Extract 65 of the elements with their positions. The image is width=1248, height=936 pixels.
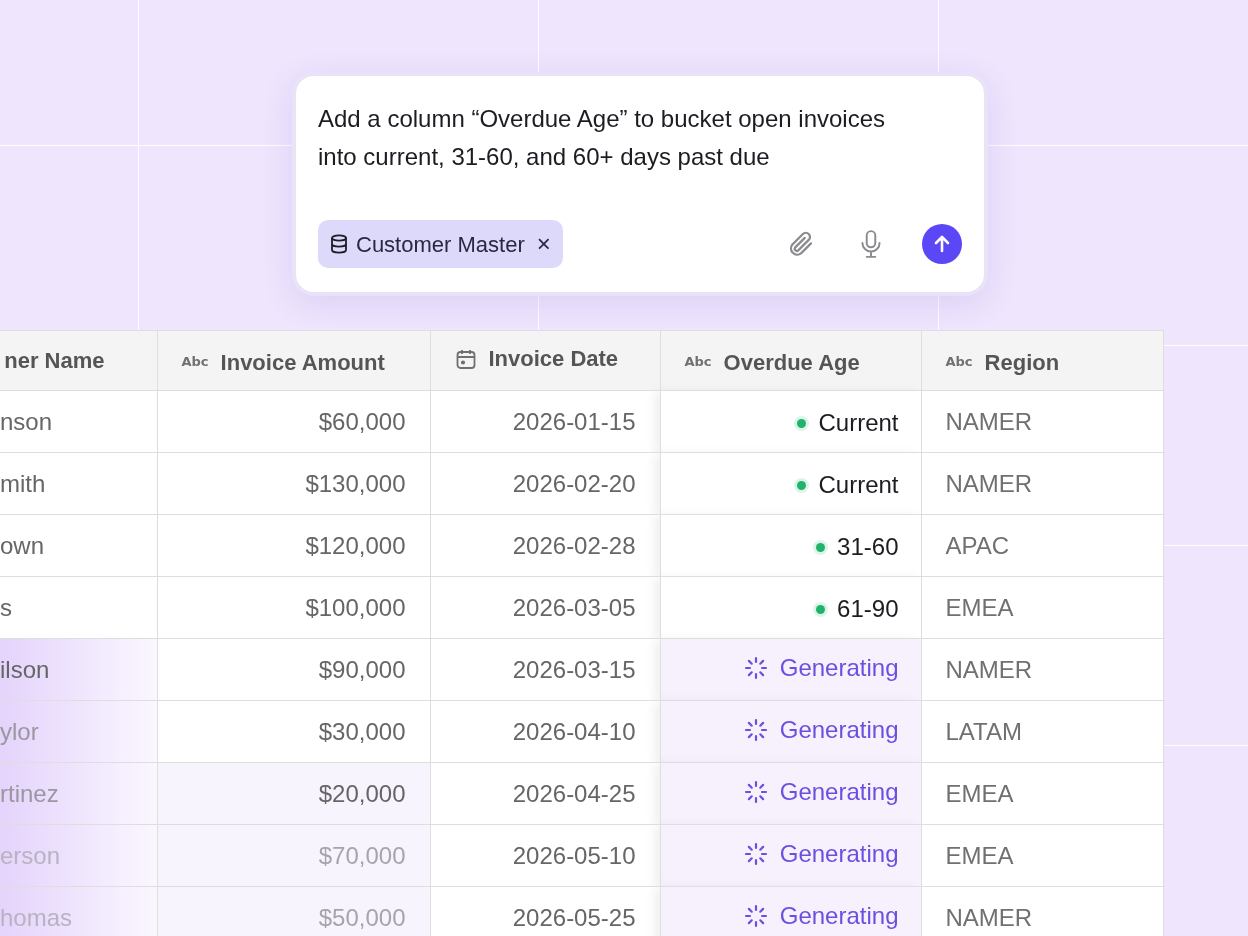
status-label: 31-60 bbox=[837, 532, 899, 563]
calendar-icon bbox=[454, 347, 477, 370]
spinner-icon bbox=[743, 717, 768, 742]
spinner-icon bbox=[743, 655, 768, 680]
spinner-icon bbox=[743, 903, 768, 928]
text-type-label: Abc bbox=[181, 353, 209, 372]
table-cell: mith bbox=[0, 452, 157, 515]
database-icon bbox=[330, 234, 348, 254]
table-cell: $90,000 bbox=[157, 638, 430, 701]
table-cell: rtinez bbox=[0, 762, 157, 825]
status-label: Generating bbox=[779, 776, 899, 807]
table-cell: $100,000 bbox=[157, 576, 430, 639]
text-type-label: Abc bbox=[945, 353, 973, 372]
spinner-icon bbox=[743, 779, 768, 804]
table-cell: $130,000 bbox=[157, 452, 430, 515]
prompt-text[interactable]: Add a column “Overdue Age” to bucket open invoices into current, 31-60, and 60+ days past due bbox=[318, 100, 903, 176]
table-cell: ilson bbox=[0, 638, 157, 701]
table-cell: NAMER bbox=[921, 390, 1163, 453]
table-cell: APAC bbox=[921, 514, 1163, 577]
status-label: Generating bbox=[779, 714, 899, 745]
chip-label: Customer Master bbox=[356, 230, 525, 259]
table-cell: NAMER bbox=[921, 886, 1163, 936]
column-header[interactable]: Invoice Date bbox=[430, 330, 660, 391]
table-cell: 2026-05-25 bbox=[430, 886, 660, 936]
column-header[interactable]: ner Name bbox=[0, 330, 157, 391]
table-cell: $20,000 bbox=[157, 762, 430, 825]
table-cell: NAMER bbox=[921, 452, 1163, 515]
status-label: Generating bbox=[779, 838, 899, 869]
table-cell: 2026-03-15 bbox=[430, 638, 660, 701]
table-cell: homas bbox=[0, 886, 157, 936]
table-cell: $30,000 bbox=[157, 700, 430, 763]
status-label: Current bbox=[818, 470, 899, 501]
send-button[interactable] bbox=[922, 224, 962, 264]
table-cell: LATAM bbox=[921, 700, 1163, 763]
table-cell: EMEA bbox=[921, 824, 1163, 887]
table-cell: erson bbox=[0, 824, 157, 887]
table-cell: EMEA bbox=[921, 576, 1163, 639]
table-cell: 2026-04-25 bbox=[430, 762, 660, 825]
column-header[interactable]: Abc Overdue Age bbox=[660, 330, 921, 391]
table-cell: $120,000 bbox=[157, 514, 430, 577]
table-cell: EMEA bbox=[921, 762, 1163, 825]
table-cell: 2026-02-20 bbox=[430, 452, 660, 515]
table-cell: $70,000 bbox=[157, 824, 430, 887]
table-cell: ylor bbox=[0, 700, 157, 763]
table-cell: 2026-01-15 bbox=[430, 390, 660, 453]
spinner-icon bbox=[743, 841, 768, 866]
table-cell: nson bbox=[0, 390, 157, 453]
table-cell: 2026-02-28 bbox=[430, 514, 660, 577]
table-cell: 2026-05-10 bbox=[430, 824, 660, 887]
table-cell: s bbox=[0, 576, 157, 639]
table-cell: NAMER bbox=[921, 638, 1163, 701]
table-cell: $60,000 bbox=[157, 390, 430, 453]
column-header[interactable]: Abc Region bbox=[921, 330, 1163, 391]
remove-button[interactable]: × bbox=[536, 232, 551, 256]
status-label: Generating bbox=[779, 652, 899, 683]
text-type-label: Abc bbox=[684, 353, 712, 372]
status-label: Generating bbox=[779, 900, 899, 931]
table-cell: 2026-04-10 bbox=[430, 700, 660, 763]
table-cell: 2026-03-05 bbox=[430, 576, 660, 639]
column-header[interactable]: Abc Invoice Amount bbox=[157, 330, 430, 391]
table-cell: own bbox=[0, 514, 157, 577]
status-label: Current bbox=[818, 408, 899, 439]
status-label: 61-90 bbox=[837, 594, 899, 625]
table-cell: $50,000 bbox=[157, 886, 430, 936]
arrow-up-icon bbox=[932, 234, 952, 254]
